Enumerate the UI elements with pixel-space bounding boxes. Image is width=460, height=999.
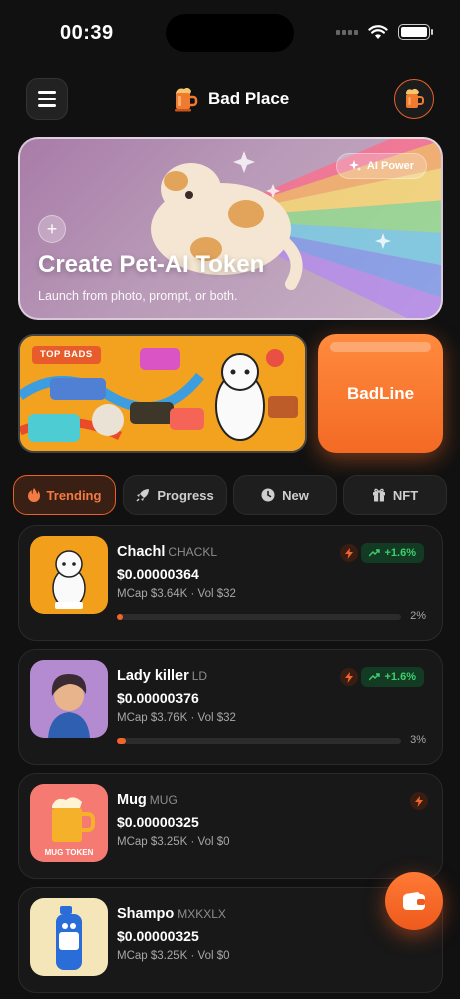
create-pet-ai-token-card[interactable]: AI Power + Create Pet-AI Token Launch fr… <box>18 137 443 320</box>
token-price: $0.00000376 <box>117 690 199 706</box>
token-market-info: MCap $3.64K · Vol $32 <box>117 588 236 600</box>
lightning-icon <box>410 792 428 810</box>
bonding-progress-bar <box>117 738 401 744</box>
token-symbol: CHACKL <box>168 545 218 559</box>
hero-title: Create Pet-AI Token <box>38 251 265 278</box>
ai-power-badge: AI Power <box>335 153 427 179</box>
clock-icon <box>261 488 275 502</box>
wallet-fab-button[interactable] <box>385 872 443 930</box>
plus-icon[interactable]: + <box>38 215 66 243</box>
token-name: Lady killer LD <box>117 668 208 684</box>
mug-button[interactable] <box>394 79 434 119</box>
lightning-icon <box>340 668 358 686</box>
tab-label: Trending <box>46 487 102 503</box>
tab-label: Progress <box>157 487 214 503</box>
gift-icon <box>372 488 385 502</box>
token-name: Chachl CHACKL <box>117 544 218 560</box>
flame-icon <box>27 488 40 502</box>
cellular-signal-icon <box>336 29 358 35</box>
token-price: $0.00000325 <box>117 928 199 944</box>
token-symbol: MUG <box>149 793 178 807</box>
token-symbol: LD <box>191 669 208 683</box>
token-market-info: MCap $3.76K · Vol $32 <box>117 712 236 724</box>
token-card[interactable]: Shampo MXKXLX $0.00000325 MCap $3.25K · V… <box>18 887 443 993</box>
status-time: 00:39 <box>60 22 114 44</box>
cat-sticker <box>215 353 265 441</box>
token-filter-tabs: Trending Progress New NFT <box>13 475 447 515</box>
price-change-badge: +1.6% <box>360 543 424 563</box>
trend-up-icon <box>368 549 380 557</box>
token-card[interactable]: Lady killer LD +1.6% $0.00000376 MCap $3.… <box>18 649 443 765</box>
battery-icon <box>398 24 433 40</box>
rocket-icon <box>136 489 150 502</box>
brand: Bad Place <box>172 85 289 113</box>
token-name: Shampo MXKXLX <box>117 906 226 922</box>
token-market-info: MCap $3.25K · Vol $0 <box>117 950 230 962</box>
wallet-icon <box>403 892 425 910</box>
bonding-progress-label: 3% <box>410 734 426 746</box>
tab-nft[interactable]: NFT <box>343 475 447 515</box>
tab-progress[interactable]: Progress <box>123 475 227 515</box>
status-indicators <box>336 24 433 40</box>
token-image: MUG TOKEN <box>30 784 108 862</box>
beer-mug-icon <box>406 88 424 108</box>
token-card[interactable]: MUG TOKEN Mug MUG $0.00000325 MCap $3.25K… <box>18 773 443 879</box>
beer-mug-logo-icon <box>175 87 198 112</box>
menu-button[interactable] <box>26 78 68 120</box>
sparkles-icon <box>348 160 361 171</box>
hero-subtitle: Launch from photo, prompt, or both. <box>38 289 238 303</box>
token-price: $0.00000364 <box>117 566 199 582</box>
token-name: Mug MUG <box>117 792 178 808</box>
tab-label: New <box>282 487 309 503</box>
wifi-icon <box>368 24 388 39</box>
app-header: Bad Place <box>0 76 460 122</box>
token-image <box>30 660 108 738</box>
trend-up-icon <box>368 673 380 681</box>
ai-power-label: AI Power <box>366 160 414 172</box>
status-bar: 00:39 <box>0 0 460 66</box>
token-image <box>30 898 108 976</box>
token-card[interactable]: Chachl CHACKL +1.6% $0.00000364 MCap $3.6… <box>18 525 443 641</box>
badline-label: BadLine <box>346 383 415 403</box>
tab-label: NFT <box>392 487 419 503</box>
token-image-label: MUG TOKEN <box>44 848 94 857</box>
token-price: $0.00000325 <box>117 814 199 830</box>
top-bads-tag: TOP BADS <box>32 346 101 364</box>
lightning-icon <box>340 544 358 562</box>
app-name: Bad Place <box>208 89 290 108</box>
badline-button[interactable]: BadLine <box>318 334 443 453</box>
top-bads-banner[interactable]: TOP BADS <box>18 334 307 453</box>
bonding-progress-label: 2% <box>410 610 426 622</box>
price-change-badge: +1.6% <box>360 667 424 687</box>
token-symbol: MXKXLX <box>177 907 226 921</box>
bonding-progress-bar <box>117 614 401 620</box>
dynamic-island <box>166 14 294 52</box>
hamburger-icon <box>38 91 56 94</box>
token-image <box>30 536 108 614</box>
tab-new[interactable]: New <box>233 475 337 515</box>
tab-trending[interactable]: Trending <box>13 475 116 515</box>
token-market-info: MCap $3.25K · Vol $0 <box>117 836 230 848</box>
